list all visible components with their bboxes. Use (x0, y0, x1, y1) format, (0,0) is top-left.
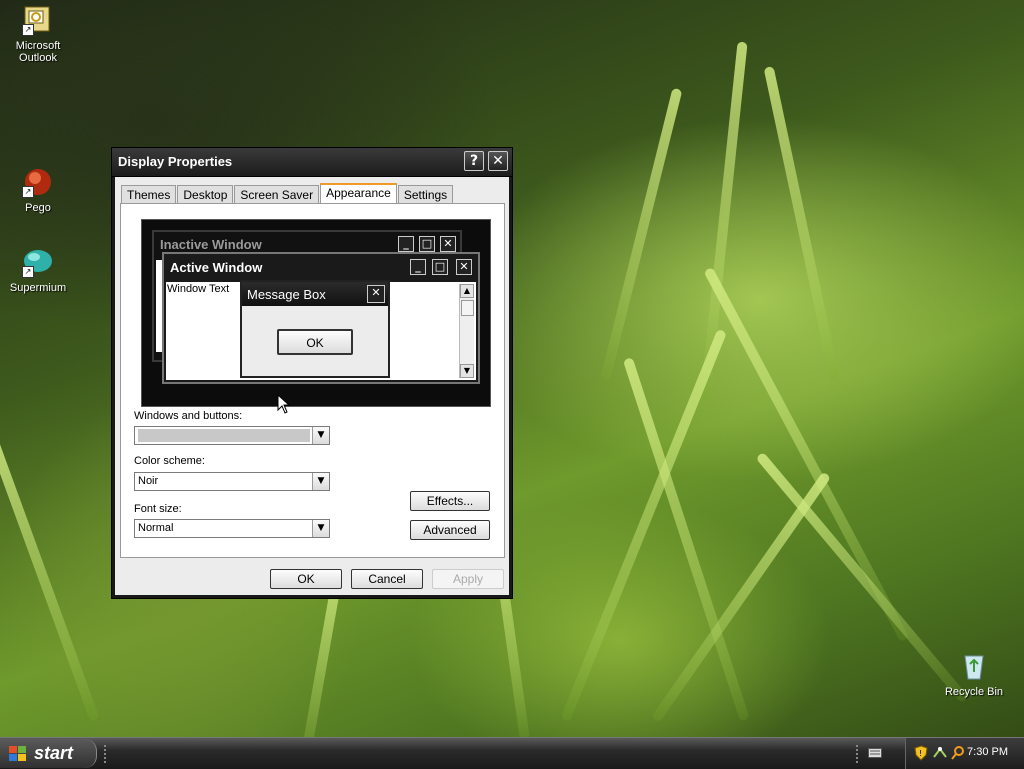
window-titlebar[interactable]: Display Properties ? ✕ (112, 148, 512, 177)
mouse-cursor-icon (277, 394, 291, 414)
shortcut-arrow-icon: ↗ (22, 24, 34, 36)
preview-scrollbar: ▲ ▼ (459, 284, 474, 378)
close-icon: ✕ (440, 236, 456, 252)
effects-button[interactable]: Effects... (410, 491, 490, 511)
display-properties-window: Display Properties ? ✕ Themes Desktop Sc… (111, 147, 513, 599)
security-shield-icon[interactable]: ! (914, 745, 928, 761)
color-scheme-select[interactable]: Noir ▼ (134, 472, 330, 491)
preview-message-box-titlebar: Message Box ✕ (242, 282, 388, 306)
preview-message-box: Message Box ✕ OK (240, 280, 390, 378)
desktop-icon-outlook[interactable]: ↗ Microsoft Outlook (0, 4, 76, 64)
tab-strip: Themes Desktop Screen Saver Appearance S… (121, 183, 454, 204)
font-size-select[interactable]: Normal ▼ (134, 519, 330, 538)
tab-appearance[interactable]: Appearance (320, 183, 397, 203)
chevron-down-icon: ▼ (312, 427, 329, 444)
shortcut-arrow-icon: ↗ (22, 186, 34, 198)
preview-message-box-title: Message Box (247, 287, 326, 302)
preview-inactive-title: Inactive Window (160, 237, 262, 252)
tab-screen-saver[interactable]: Screen Saver (234, 185, 320, 204)
font-size-value: Normal (138, 522, 174, 534)
pego-icon: ↗ (22, 166, 54, 198)
start-button[interactable]: start (0, 739, 97, 768)
windows-buttons-value (138, 429, 310, 442)
font-size-label: Font size: (134, 503, 182, 515)
desktop-icon-recycle-bin[interactable]: Recycle Bin (936, 650, 1012, 698)
minimize-icon: _ (410, 259, 426, 275)
close-icon: ✕ (492, 153, 504, 169)
keyboard-icon[interactable] (868, 748, 882, 758)
desktop-icon-label: Recycle Bin (944, 686, 1004, 698)
shortcut-arrow-icon: ↗ (22, 266, 34, 278)
toolbar-grip[interactable] (856, 745, 862, 763)
window-title: Display Properties (118, 154, 233, 169)
outlook-icon: ↗ (22, 4, 54, 36)
maximize-icon: □ (419, 236, 435, 252)
desktop-icon-label: Supermium (9, 282, 67, 294)
minimize-icon: _ (398, 236, 414, 252)
quick-launch-grip[interactable] (104, 745, 110, 763)
ok-button[interactable]: OK (270, 569, 342, 589)
cancel-button[interactable]: Cancel (351, 569, 423, 589)
maximize-icon: □ (432, 259, 448, 275)
color-scheme-value: Noir (138, 475, 159, 487)
close-icon: ✕ (456, 259, 472, 275)
scroll-down-icon: ▼ (460, 364, 474, 378)
network-icon[interactable] (932, 745, 948, 761)
appearance-panel: Inactive Window _ □ ✕ Active Window _ □ … (120, 203, 505, 558)
preview-message-box-ok: OK (277, 329, 353, 355)
search-icon[interactable] (950, 745, 966, 761)
close-icon: ✕ (367, 285, 385, 303)
advanced-button[interactable]: Advanced (410, 520, 490, 540)
help-icon: ? (469, 153, 479, 169)
chevron-down-icon: ▼ (312, 520, 329, 537)
tab-settings[interactable]: Settings (397, 185, 454, 204)
start-label: start (34, 743, 74, 763)
supermium-icon: ↗ (22, 246, 54, 278)
tab-themes[interactable]: Themes (121, 185, 177, 204)
svg-text:!: ! (919, 749, 922, 758)
preview-active-title: Active Window (170, 260, 263, 275)
desktop-icon-label: Pego (25, 202, 51, 214)
help-button[interactable]: ? (464, 151, 484, 171)
preview-window-text: Window Text (167, 283, 230, 295)
recycle-bin-icon (958, 650, 990, 682)
windows-buttons-label: Windows and buttons: (134, 410, 243, 422)
clock[interactable]: 7:30 PM (967, 746, 1008, 758)
close-button[interactable]: ✕ (488, 151, 508, 171)
appearance-preview: Inactive Window _ □ ✕ Active Window _ □ … (141, 219, 491, 407)
windows-buttons-select[interactable]: ▼ (134, 426, 330, 445)
apply-button[interactable]: Apply (432, 569, 504, 589)
color-scheme-label: Color scheme: (134, 455, 205, 467)
chevron-down-icon: ▼ (312, 473, 329, 490)
system-tray: ! 7:30 PM (905, 738, 1024, 769)
dialog-body: Themes Desktop Screen Saver Appearance S… (115, 177, 509, 595)
taskbar: start ! 7:30 PM (0, 737, 1024, 769)
desktop-icon-label: Microsoft Outlook (15, 40, 61, 64)
desktop-icon-pego[interactable]: ↗ Pego (0, 166, 76, 214)
windows-logo-icon (9, 746, 27, 762)
scroll-up-icon: ▲ (460, 284, 474, 298)
desktop-icon-supermium[interactable]: ↗ Supermium (0, 246, 76, 294)
scroll-thumb (461, 300, 474, 316)
tab-desktop[interactable]: Desktop (177, 185, 234, 204)
